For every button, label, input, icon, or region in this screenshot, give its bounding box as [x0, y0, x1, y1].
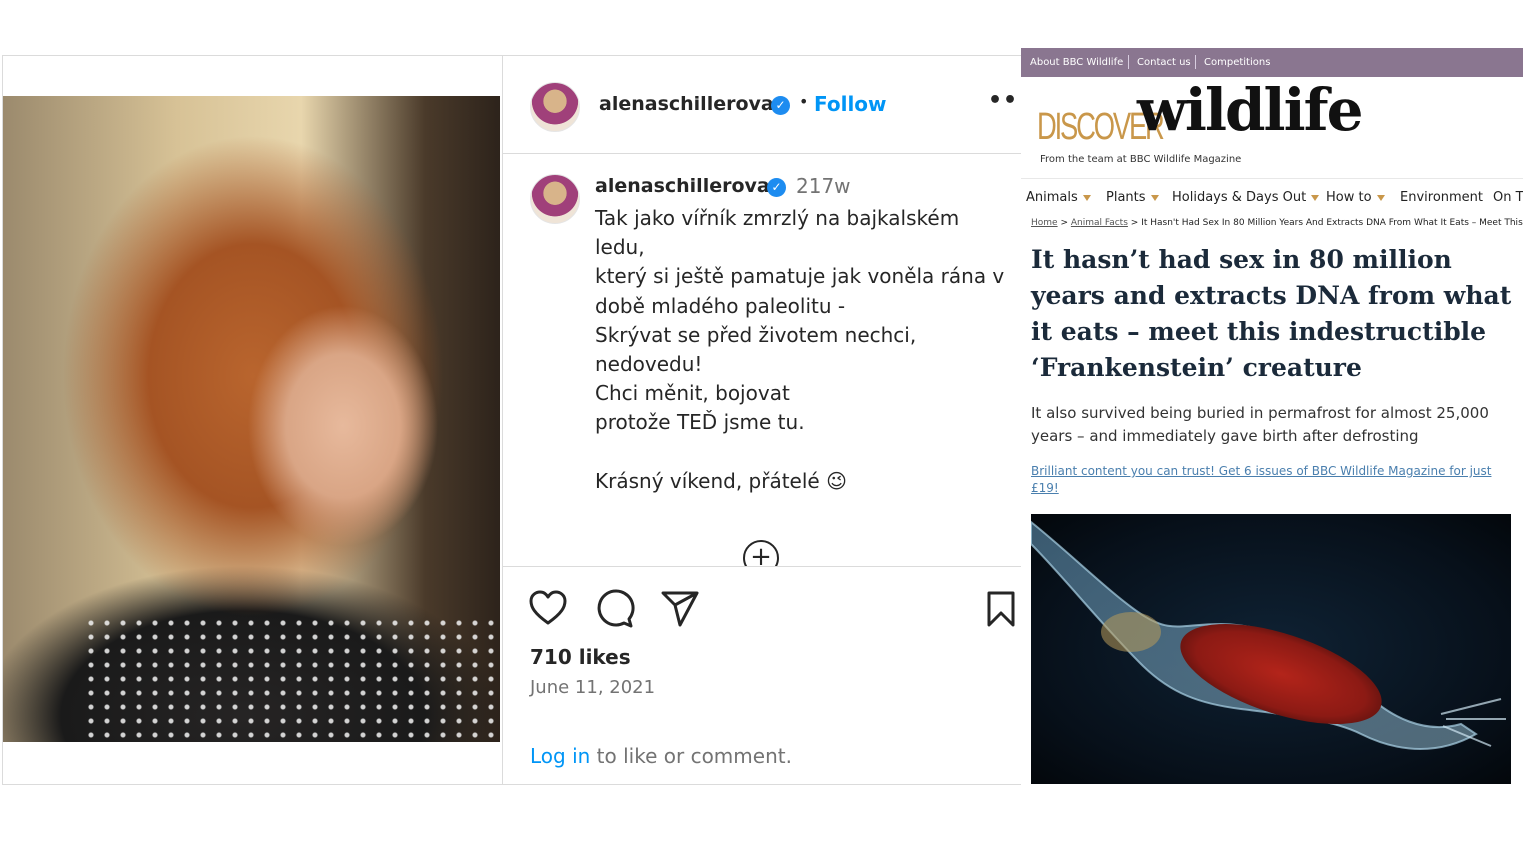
breadcrumb-home[interactable]: Home	[1031, 218, 1058, 228]
tagline: From the team at BBC Wildlife Magazine	[1040, 154, 1242, 165]
post-photo	[3, 96, 500, 742]
nav-plants[interactable]: Plants	[1106, 190, 1159, 205]
breadcrumb-current: It Hasn't Had Sex In 80 Million Years An…	[1141, 218, 1523, 228]
main-nav: Animals Plants Holidays & Days Out How t…	[1021, 178, 1523, 217]
wildlife-article-page: About BBC Wildlife Contact us Competitio…	[1021, 48, 1523, 786]
post-header: alenaschillerova ✓ • Follow •••	[503, 56, 1032, 154]
breadcrumb: Home > Animal Facts > It Hasn't Had Sex …	[1031, 218, 1523, 228]
post-date: June 11, 2021	[530, 677, 656, 698]
breadcrumb-separator-icon: >	[1130, 218, 1142, 228]
likes-count[interactable]: 710 likes	[530, 645, 631, 669]
login-prompt-text: to like or comment.	[590, 744, 792, 768]
separator-dot: •	[799, 92, 809, 111]
article-standfirst: It also survived being buried in permafr…	[1031, 404, 1489, 445]
verified-badge-icon: ✓	[771, 96, 790, 115]
avatar[interactable]	[530, 82, 580, 132]
site-logo[interactable]: DISCOVER wildlife	[1037, 76, 1363, 148]
login-prompt: Log in to like or comment.	[530, 744, 792, 768]
nav-label: On Tl	[1493, 190, 1523, 205]
utility-bar: About BBC Wildlife Contact us Competitio…	[1021, 48, 1523, 77]
bookmark-icon[interactable]	[981, 589, 1021, 629]
chevron-down-icon	[1150, 194, 1159, 201]
caption-avatar[interactable]	[530, 174, 580, 224]
nav-on-the-road[interactable]: On Tl	[1493, 190, 1523, 205]
caption-username-link[interactable]: alenaschillerova	[595, 175, 770, 197]
divider	[1128, 55, 1129, 69]
breadcrumb-separator-icon: >	[1060, 218, 1071, 228]
post-age[interactable]: 217w	[796, 174, 851, 198]
follow-button[interactable]: Follow	[814, 92, 887, 116]
nav-label: Environment	[1400, 190, 1484, 205]
nav-label: Holidays & Days Out	[1172, 190, 1307, 205]
article-hero-image	[1031, 514, 1511, 784]
nav-label: Animals	[1026, 190, 1078, 205]
dress-pattern	[83, 616, 500, 742]
load-more-comments-icon[interactable]: +	[743, 540, 779, 566]
nav-label: How to	[1326, 190, 1372, 205]
subscription-promo-link[interactable]: Brilliant content you can trust! Get 6 i…	[1031, 463, 1511, 497]
login-link[interactable]: Log in	[530, 744, 590, 768]
post-actions: 710 likes June 11, 2021 Log in to like o…	[503, 566, 1021, 784]
divider	[1195, 55, 1196, 69]
verified-badge-icon: ✓	[767, 178, 786, 197]
instagram-post: alenaschillerova ✓ • Follow ••• alenasch…	[2, 55, 1032, 785]
competitions-link[interactable]: Competitions	[1204, 57, 1270, 68]
nav-environment[interactable]: Environment	[1400, 190, 1483, 205]
logo-wildlife: wildlife	[1137, 76, 1363, 144]
chevron-down-icon	[1311, 194, 1320, 201]
contact-link[interactable]: Contact us	[1137, 57, 1191, 68]
comment-icon[interactable]	[595, 589, 635, 629]
username-link[interactable]: alenaschillerova	[599, 93, 774, 115]
nav-animals[interactable]: Animals	[1026, 190, 1091, 205]
heart-icon[interactable]	[528, 589, 568, 629]
rotifer-illustration	[1031, 520, 1506, 750]
chevron-down-icon	[1376, 194, 1385, 201]
caption-text: Tak jako vířník zmrzlý na bajkalském led…	[595, 206, 1005, 493]
about-link[interactable]: About BBC Wildlife	[1030, 57, 1123, 68]
breadcrumb-category[interactable]: Animal Facts	[1071, 218, 1128, 228]
nav-how-to[interactable]: How to	[1326, 190, 1385, 205]
chevron-down-icon	[1082, 194, 1091, 201]
caption-area: alenaschillerova ✓ 217w Tak jako vířník …	[503, 154, 1021, 566]
article-headline: It hasn’t had sex in 80 million years an…	[1031, 245, 1512, 382]
share-icon[interactable]	[660, 589, 700, 629]
nav-holidays[interactable]: Holidays & Days Out	[1172, 190, 1320, 205]
nav-label: Plants	[1106, 190, 1146, 205]
